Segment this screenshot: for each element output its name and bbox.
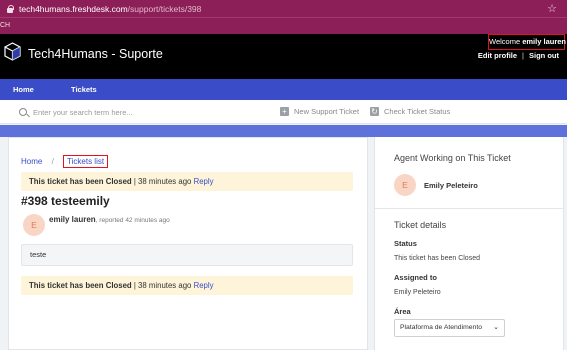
account-links: Edit profile | Sign out bbox=[478, 51, 559, 60]
ticket-title: #398 testeemily bbox=[21, 194, 110, 208]
new-ticket-button[interactable]: + New Support Ticket bbox=[280, 107, 359, 116]
area-selected-value: Plataforma de Atendimento bbox=[400, 324, 482, 331]
portal-header: Tech4Humans - Suporte Welcome emily laur… bbox=[0, 34, 567, 79]
chevron-down-icon: ⌄ bbox=[493, 324, 499, 331]
sidebar-divider bbox=[375, 208, 563, 209]
breadcrumb-home[interactable]: Home bbox=[21, 157, 42, 166]
lock-icon bbox=[6, 4, 14, 13]
refresh-icon: ↻ bbox=[370, 107, 379, 116]
search-bar: + New Support Ticket ↻ Check Ticket Stat… bbox=[0, 100, 567, 124]
breadcrumb-separator: / bbox=[51, 157, 54, 166]
welcome-message: Welcome emily lauren bbox=[488, 34, 566, 50]
banner-status: This ticket has been Closed bbox=[29, 177, 132, 186]
reply-link[interactable]: Reply bbox=[194, 281, 214, 290]
welcome-user: emily lauren bbox=[522, 37, 566, 46]
search-icon bbox=[19, 108, 27, 116]
plus-icon: + bbox=[280, 107, 289, 116]
sign-out-link[interactable]: Sign out bbox=[529, 51, 559, 60]
details-heading: Ticket details bbox=[394, 220, 447, 230]
new-ticket-label: New Support Ticket bbox=[294, 107, 360, 116]
main-nav: Home Tickets bbox=[0, 79, 567, 102]
address-bar[interactable]: tech4humans.freshdesk.com/support/ticket… bbox=[0, 0, 567, 17]
brand-name[interactable]: Tech4Humans - Suporte bbox=[28, 47, 163, 61]
url-host: tech4humans.freshdesk.com bbox=[19, 3, 128, 14]
banner-status: This ticket has been Closed bbox=[29, 281, 132, 290]
welcome-prefix: Welcome bbox=[489, 37, 521, 46]
ticket-sidebar: Agent Working on This Ticket E Emily Pel… bbox=[374, 137, 564, 350]
nav-tab-tickets[interactable]: Tickets bbox=[65, 85, 103, 102]
area-select[interactable]: Plataforma de Atendimento ⌄ bbox=[394, 319, 505, 337]
assigned-label: Assigned to bbox=[394, 273, 437, 282]
agent-name: Emily Peleteiro bbox=[424, 181, 478, 190]
banner-time: | 38 minutes ago bbox=[131, 177, 192, 186]
ticket-message: teste bbox=[21, 244, 353, 266]
author-avatar: E bbox=[23, 214, 45, 236]
status-value: This ticket has been Closed bbox=[394, 255, 480, 262]
url-path: /support/tickets/398 bbox=[127, 3, 202, 14]
edit-profile-link[interactable]: Edit profile bbox=[478, 51, 517, 60]
star-icon[interactable]: ☆ bbox=[547, 2, 557, 15]
link-separator: | bbox=[522, 51, 524, 60]
status-label: Status bbox=[394, 239, 417, 248]
check-status-label: Check Ticket Status bbox=[384, 107, 451, 116]
banner-time: | 38 minutes ago bbox=[131, 281, 192, 290]
author-line: emily lauren, reported 42 minutes ago bbox=[49, 215, 170, 224]
header-band bbox=[0, 125, 567, 137]
author-name: emily lauren bbox=[49, 215, 96, 224]
breadcrumb: Home / Tickets list bbox=[21, 155, 109, 168]
bookmark-item[interactable]: CH bbox=[0, 22, 10, 29]
ticket-panel: Home / Tickets list This ticket has been… bbox=[8, 137, 368, 350]
reply-link[interactable]: Reply bbox=[194, 177, 214, 186]
breadcrumb-tickets-list[interactable]: Tickets list bbox=[63, 155, 109, 168]
search-input[interactable] bbox=[33, 105, 233, 119]
nav-tab-home[interactable]: Home bbox=[13, 85, 34, 94]
bookmarks-bar: CH bbox=[0, 17, 567, 34]
cube-logo-icon bbox=[4, 42, 21, 61]
reported-time: , reported 42 minutes ago bbox=[95, 217, 170, 224]
closed-banner-top: This ticket has been Closed | 38 minutes… bbox=[21, 172, 353, 191]
agent-heading: Agent Working on This Ticket bbox=[394, 153, 511, 163]
closed-banner-bottom: This ticket has been Closed | 38 minutes… bbox=[21, 276, 353, 295]
check-status-button[interactable]: ↻ Check Ticket Status bbox=[370, 107, 450, 116]
assigned-value: Emily Peleteiro bbox=[394, 289, 441, 296]
agent-avatar: E bbox=[394, 174, 416, 196]
area-label: Área bbox=[394, 307, 411, 316]
